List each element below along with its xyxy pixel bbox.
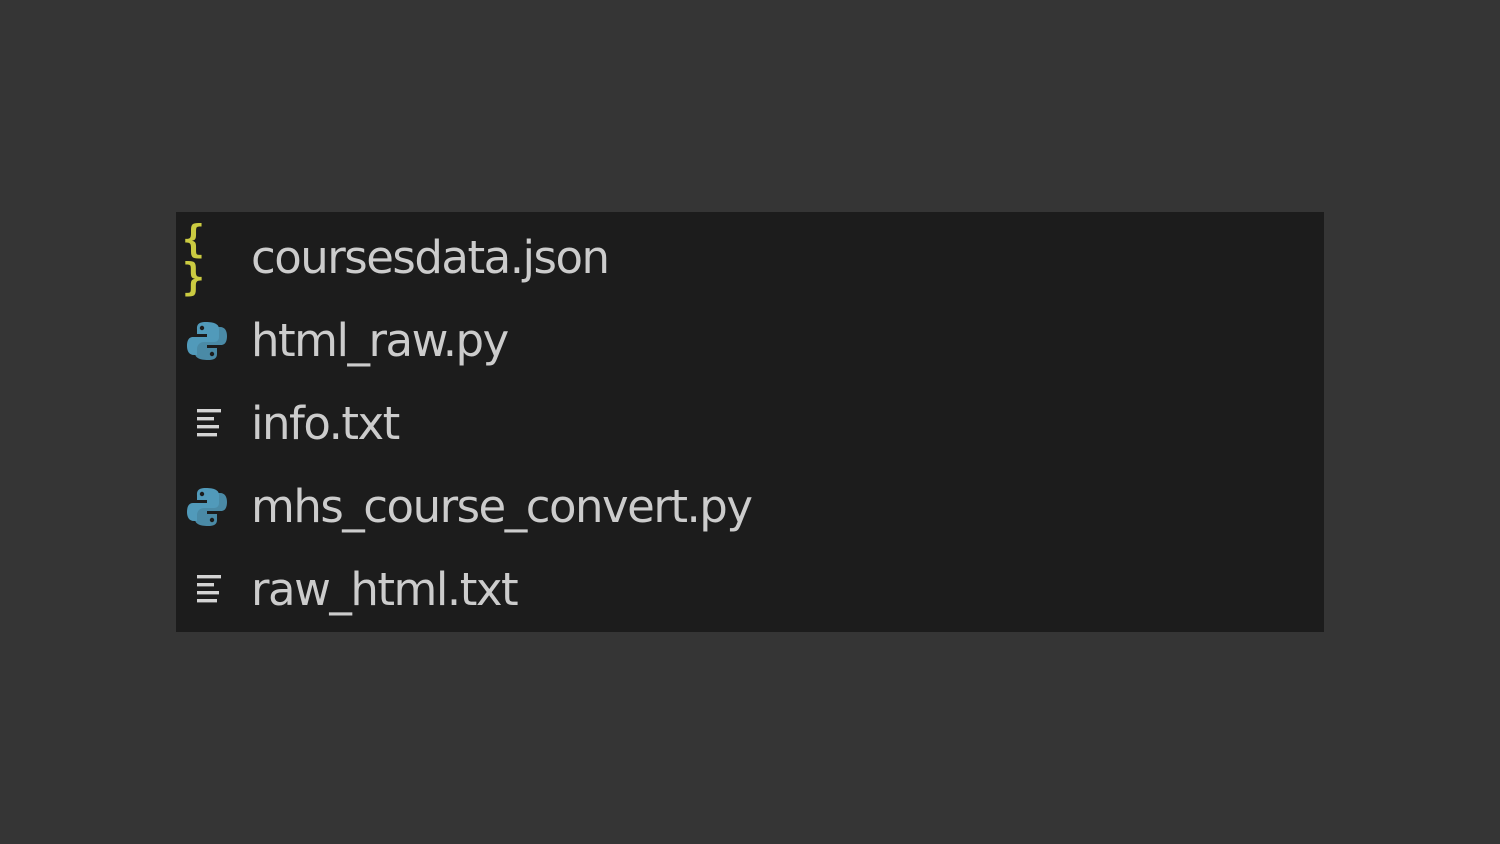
file-name: raw_html.txt [251, 563, 519, 616]
file-explorer-panel: { } coursesdata.json html_raw.py info.tx… [176, 212, 1324, 632]
text-lines-icon [182, 565, 232, 615]
text-lines-icon [182, 399, 232, 449]
file-item-raw-html-txt[interactable]: raw_html.txt [176, 548, 1324, 631]
file-name: mhs_course_convert.py [251, 480, 753, 533]
file-item-coursesdata-json[interactable]: { } coursesdata.json [176, 216, 1324, 299]
file-item-info-txt[interactable]: info.txt [176, 382, 1324, 465]
file-item-mhs-course-convert-py[interactable]: mhs_course_convert.py [176, 465, 1324, 548]
file-list: { } coursesdata.json html_raw.py info.tx… [176, 216, 1324, 631]
python-icon [182, 316, 232, 366]
json-braces-icon: { } [182, 216, 207, 299]
file-item-html-raw-py[interactable]: html_raw.py [176, 299, 1324, 382]
file-name: info.txt [251, 397, 400, 450]
file-name: coursesdata.json [251, 231, 610, 284]
file-name: html_raw.py [251, 314, 509, 367]
python-icon [182, 482, 232, 532]
